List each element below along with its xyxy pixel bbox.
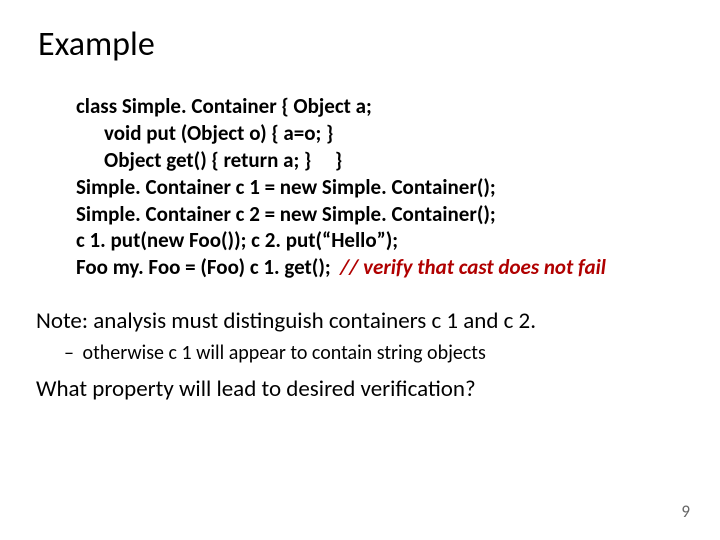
page-number: 9	[681, 501, 690, 522]
slide: Example class Simple. Container { Object…	[0, 0, 720, 540]
sub-note: – otherwise c 1 will appear to contain s…	[64, 341, 682, 365]
sub-note-text: otherwise c 1 will appear to contain str…	[83, 341, 486, 365]
slide-title: Example	[38, 24, 682, 65]
code-line-7: Foo my. Foo = (Foo) c 1. get(); // verif…	[76, 254, 672, 281]
code-line-5: Simple. Container c 2 = new Simple. Cont…	[76, 201, 672, 228]
code-line-7a: Foo my. Foo = (Foo) c 1. get();	[76, 254, 340, 280]
code-line-4: Simple. Container c 1 = new Simple. Cont…	[76, 174, 672, 201]
code-comment: // verify that cast does not fail	[340, 254, 606, 280]
code-line-6: c 1. put(new Foo()); c 2. put(“Hello”);	[76, 227, 672, 254]
code-block: class Simple. Container { Object a; void…	[76, 93, 672, 281]
code-line-2: void put (Object o) { a=o; }	[76, 120, 672, 147]
note-text: Note: analysis must distinguish containe…	[36, 307, 682, 335]
question-text: What property will lead to desired verif…	[36, 375, 682, 403]
dash-icon: –	[64, 341, 78, 365]
code-line-3: Object get() { return a; } }	[76, 147, 672, 174]
code-line-1: class Simple. Container { Object a;	[76, 93, 672, 120]
